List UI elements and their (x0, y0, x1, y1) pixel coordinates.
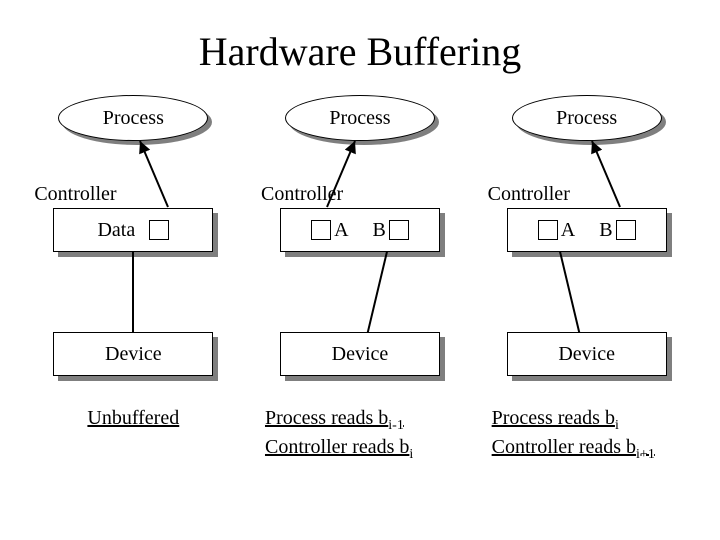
buffer-b-label: B (373, 219, 386, 242)
column-read-bi-1: Process Controller A B Device Process re… (255, 85, 465, 464)
column-read-bi: Process Controller A B Device Process re… (482, 85, 692, 464)
caption-col2: Process reads biController reads bi+1 (492, 406, 682, 464)
controller-label: Controller (261, 183, 343, 206)
device-label: Device (105, 343, 162, 366)
buffer-a-square (538, 220, 558, 240)
process-node: Process (285, 95, 435, 145)
process-label: Process (103, 107, 164, 130)
process-label: Process (556, 107, 617, 130)
buffer-square (149, 220, 169, 240)
controller-label: Controller (488, 183, 570, 206)
buffer-a-square (311, 220, 331, 240)
diagram-columns: Process Controller Data Device Unbuffere… (0, 85, 720, 464)
device-label: Device (558, 343, 615, 366)
data-box: Data (53, 208, 213, 252)
process-node: Process (58, 95, 208, 145)
column-unbuffered: Process Controller Data Device Unbuffere… (28, 85, 238, 464)
data-box: A B (507, 208, 667, 252)
data-label: Data (97, 219, 135, 242)
data-box: A B (280, 208, 440, 252)
buffer-b-square (389, 220, 409, 240)
process-node: Process (512, 95, 662, 145)
device-box: Device (280, 332, 440, 376)
caption-col1: Process reads bi-1Controller reads bi (265, 406, 455, 464)
buffer-a-label: A (561, 219, 575, 242)
device-label: Device (332, 343, 389, 366)
device-box: Device (53, 332, 213, 376)
device-box: Device (507, 332, 667, 376)
page-title: Hardware Buffering (0, 0, 720, 85)
controller-label: Controller (34, 183, 116, 206)
process-label: Process (329, 107, 390, 130)
buffer-b-label: B (599, 219, 612, 242)
buffer-b-square (616, 220, 636, 240)
buffer-a-label: A (334, 219, 348, 242)
caption-unbuffered: Unbuffered (38, 406, 228, 430)
